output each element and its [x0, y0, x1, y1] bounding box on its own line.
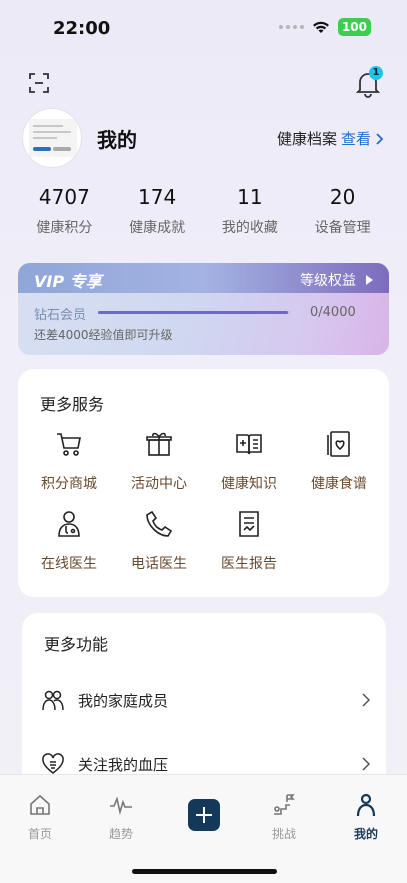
stat-value: 174: [138, 185, 177, 209]
tab-label: 首页: [27, 827, 52, 841]
service-label: 积分商城: [41, 476, 97, 492]
signal-icon: [278, 25, 304, 29]
stat-devices[interactable]: 20 设备管理: [298, 185, 388, 237]
service-label: 在线医生: [41, 556, 97, 572]
vip-card[interactable]: VIP 专享 等级权益 钻石会员 0/4000 还差4000经验值即可升级: [18, 263, 389, 355]
stat-label: 健康成就: [129, 220, 186, 236]
chevron-right-icon: [362, 757, 371, 771]
stat-value: 11: [237, 185, 263, 209]
services-title: 更多服务: [40, 395, 105, 414]
health-record-label: 健康档案: [276, 130, 337, 148]
vip-progress-fill: [98, 311, 289, 314]
tab-label: 我的: [353, 827, 378, 841]
add-icon: [196, 807, 212, 823]
doctor-icon: [58, 511, 80, 537]
service-label: 活动中心: [131, 476, 187, 492]
service-label: 健康食谱: [311, 476, 367, 492]
service-label: 健康知识: [221, 476, 277, 492]
home-icon: [30, 794, 50, 815]
add-button[interactable]: [188, 799, 220, 831]
tab-home[interactable]: 首页: [10, 793, 70, 842]
cart-icon: [57, 433, 81, 456]
stats-row: 4707 健康积分 174 健康成就 11 我的收藏 20 设备管理: [0, 185, 407, 237]
challenge-icon: [274, 794, 295, 815]
status-bar: 22:00 100: [0, 0, 407, 56]
chevron-right-icon: [376, 132, 383, 145]
stat-health-points[interactable]: 4707 健康积分: [19, 185, 109, 237]
recipe-icon: [327, 431, 350, 457]
stat-label: 设备管理: [314, 220, 371, 236]
page-title: 我的: [97, 128, 137, 152]
service-doctor-report[interactable]: 医生报告: [204, 509, 294, 573]
vip-level: 钻石会员: [34, 308, 87, 323]
service-phone-doctor[interactable]: 电话医生: [114, 509, 204, 573]
notification-badge: 1: [369, 66, 383, 80]
wifi-icon: [312, 21, 329, 33]
status-icons: 100: [278, 18, 371, 36]
service-health-knowledge[interactable]: 健康知识: [204, 429, 294, 493]
tab-label: 趋势: [108, 827, 133, 841]
notification-button[interactable]: 1: [355, 66, 383, 98]
home-indicator: [132, 869, 277, 874]
avatar[interactable]: [22, 108, 82, 168]
health-record-link[interactable]: 健康档案 查看: [277, 128, 383, 149]
service-activity-center[interactable]: 活动中心: [114, 429, 204, 493]
service-points-mall[interactable]: 积分商城: [24, 429, 114, 493]
service-label: 医生报告: [221, 556, 277, 572]
vip-rights-link[interactable]: 等级权益: [300, 270, 373, 290]
chevron-right-icon: [362, 693, 371, 707]
stat-achievements[interactable]: 174 健康成就: [112, 185, 202, 237]
feature-label: 关注我的血压: [78, 755, 169, 774]
tab-challenge[interactable]: 挑战: [254, 793, 314, 842]
vip-progress-bar: [98, 311, 290, 314]
stat-value: 4707: [38, 185, 90, 209]
stat-label: 健康积分: [36, 220, 93, 236]
stat-favorites[interactable]: 11 我的收藏: [205, 185, 295, 237]
service-health-recipes[interactable]: 健康食谱: [294, 429, 384, 493]
health-book-icon: [236, 434, 262, 455]
battery-indicator: 100: [337, 18, 371, 36]
vip-rights-label: 等级权益: [300, 273, 356, 289]
view-link[interactable]: 查看: [341, 128, 371, 149]
feature-label: 我的家庭成员: [78, 691, 169, 710]
tab-bar: 首页 趋势 挑战 我的: [0, 774, 407, 883]
vip-progress-text: 0/4000: [310, 305, 356, 320]
service-label: 电话医生: [131, 556, 187, 572]
report-icon: [239, 511, 259, 537]
tab-label: 挑战: [271, 827, 296, 841]
vip-tag: VIP 专享: [34, 272, 102, 291]
feature-family-members[interactable]: 我的家庭成员: [42, 680, 372, 720]
trend-icon: [110, 796, 132, 816]
tab-trend[interactable]: 趋势: [91, 793, 151, 842]
family-icon: [42, 690, 64, 711]
gift-icon: [146, 432, 172, 456]
status-time: 22:00: [53, 18, 111, 39]
triangle-right-icon: [366, 275, 373, 285]
stat-value: 20: [329, 185, 356, 209]
service-online-doctor[interactable]: 在线医生: [24, 509, 114, 573]
person-icon: [356, 793, 376, 817]
heart-icon: [42, 753, 64, 774]
scan-icon[interactable]: [28, 72, 50, 94]
services-card: 更多服务 积分商城 活动中心 健康知识 健康食谱 在线医生 电话医生 医生报告: [18, 369, 389, 597]
stat-label: 我的收藏: [221, 220, 278, 236]
phone-icon: [146, 510, 173, 537]
vip-hint: 还差4000经验值即可升级: [34, 328, 173, 342]
tab-mine[interactable]: 我的: [336, 793, 396, 842]
features-title: 更多功能: [44, 635, 109, 654]
